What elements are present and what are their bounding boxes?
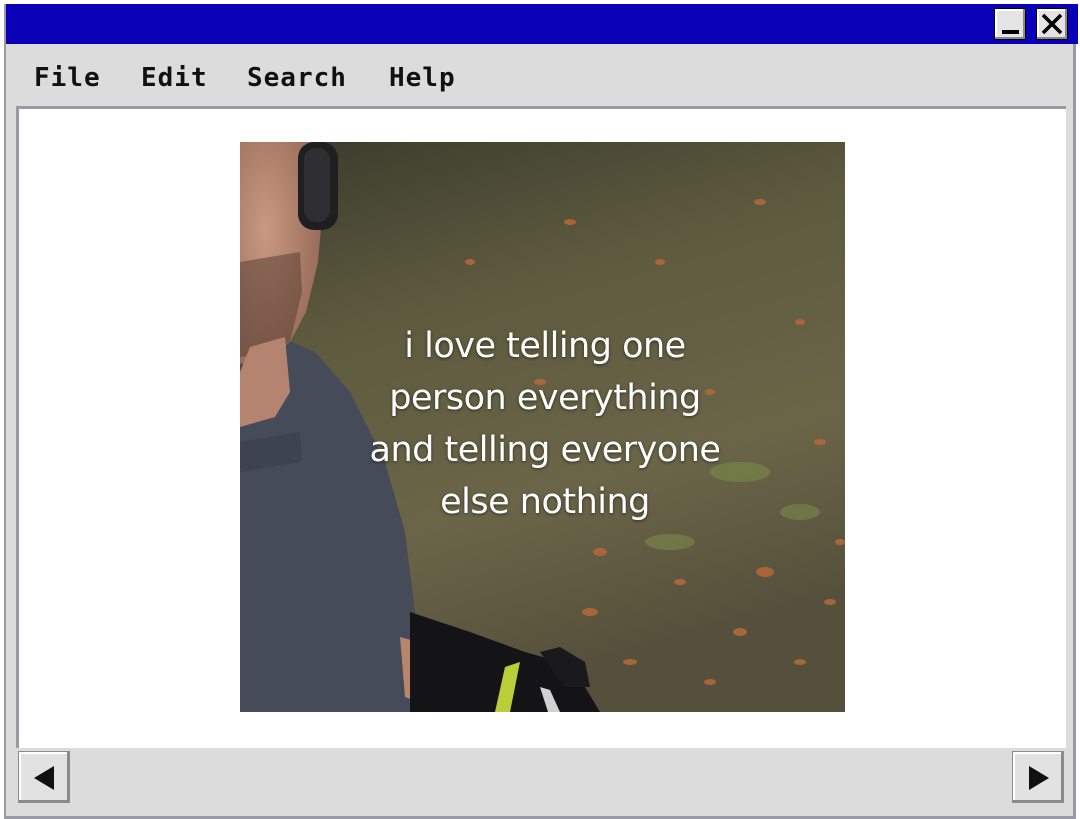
menu-edit[interactable]: Edit xyxy=(141,62,208,94)
menu-help[interactable]: Help xyxy=(389,62,456,94)
app-window: File Edit Search Help i love telling one… xyxy=(4,4,1078,819)
caption-line: person everything xyxy=(389,378,701,418)
minimize-icon xyxy=(1002,30,1019,34)
close-button[interactable] xyxy=(1036,8,1068,40)
scroll-track[interactable] xyxy=(72,751,1010,803)
content-area: i love telling one person everything and… xyxy=(16,106,1066,748)
minimize-button[interactable] xyxy=(994,8,1026,40)
menu-bar: File Edit Search Help xyxy=(6,44,1073,106)
close-icon xyxy=(1041,13,1063,35)
title-bar[interactable] xyxy=(6,4,1078,44)
arrow-right-icon xyxy=(1029,766,1049,790)
horizontal-scrollbar[interactable] xyxy=(16,748,1066,805)
scroll-right-button[interactable] xyxy=(1012,751,1064,803)
menu-file[interactable]: File xyxy=(34,62,101,94)
video-frame[interactable]: i love telling one person everything and… xyxy=(240,142,845,712)
caption-line: else nothing xyxy=(440,482,650,522)
caption-line: i love telling one xyxy=(404,326,686,366)
scroll-left-button[interactable] xyxy=(18,751,70,803)
video-caption: i love telling one person everything and… xyxy=(240,320,845,528)
caption-line: and telling everyone xyxy=(369,430,721,470)
arrow-left-icon xyxy=(34,766,54,790)
menu-search[interactable]: Search xyxy=(247,62,347,94)
